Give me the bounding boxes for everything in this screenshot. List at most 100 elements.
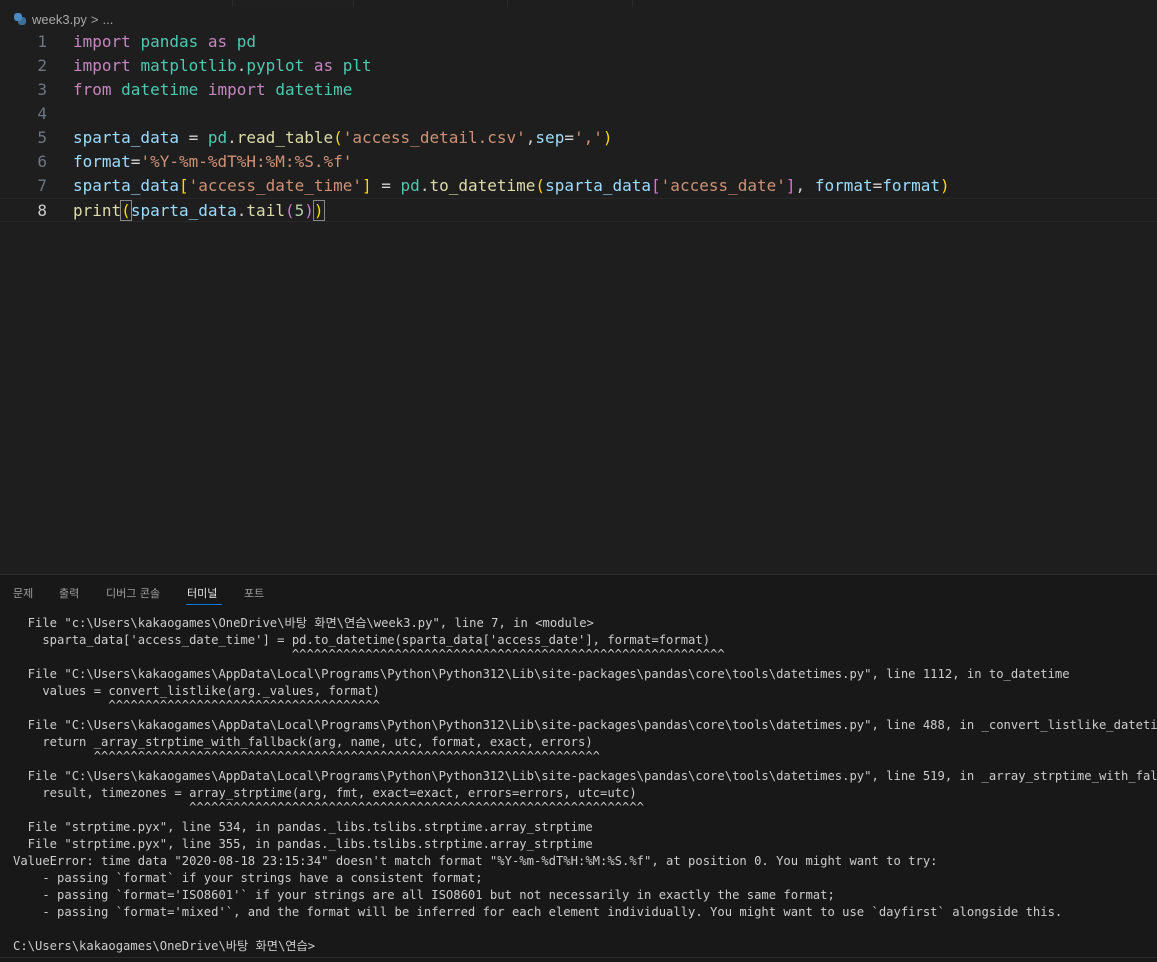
bottom-panel: 문제 출력 디버그 콘솔 터미널 포트 File "c:\Users\kakao… (0, 574, 1157, 962)
line-number: 3 (37, 80, 47, 99)
line-number: 8 (37, 201, 47, 220)
terminal-line: ^^^^^^^^^^^^^^^^^^^^^^^^^^^^^^^^^^^^^^^^… (13, 800, 645, 814)
terminal-line: C:\Users\kakaogames\OneDrive\바탕 화면\연습> (13, 939, 316, 953)
code-line[interactable]: 3 from datetime import datetime (0, 78, 1157, 102)
line-number: 1 (37, 32, 47, 51)
code-token: ( (284, 201, 295, 220)
code-token: pandas (140, 32, 199, 51)
code-token: format (814, 176, 873, 195)
code-text[interactable]: from datetime import datetime (73, 78, 352, 102)
editor-tab-strip (0, 0, 1157, 7)
line-number: 5 (37, 128, 47, 147)
code-token: . (236, 56, 247, 75)
code-token: ) (940, 176, 950, 195)
code-line[interactable]: 5 sparta_data = pd.read_table('access_det… (0, 126, 1157, 150)
line-number: 6 (37, 152, 47, 171)
tab-problems[interactable]: 문제 (13, 585, 33, 601)
code-token: , (795, 176, 815, 195)
code-text[interactable]: sparta_data['access_date_time'] = pd.to_… (73, 174, 950, 198)
code-line[interactable]: 1 import pandas as pd (0, 30, 1157, 54)
breadcrumb: week3.py > ... (0, 7, 1157, 31)
tab-divider (507, 0, 508, 7)
code-text[interactable]: import pandas as pd (73, 30, 256, 54)
terminal-line: ^^^^^^^^^^^^^^^^^^^^^^^^^^^^^^^^^^^^^^^^… (13, 749, 600, 763)
code-token: plt (342, 56, 372, 75)
code-text[interactable]: import matplotlib.pyplot as plt (73, 54, 372, 78)
code-line[interactable]: 8 print(sparta_data.tail(5)) (0, 198, 1157, 222)
code-token: ) (304, 201, 314, 220)
code-token: ) (312, 200, 325, 221)
code-token: pd (400, 176, 420, 195)
code-line[interactable]: 7 sparta_data['access_date_time'] = pd.to… (0, 174, 1157, 198)
tab-ports[interactable]: 포트 (244, 585, 264, 601)
breadcrumb-separator: > (90, 11, 99, 27)
python-file-icon (14, 13, 26, 25)
code-text[interactable]: print(sparta_data.tail(5)) (73, 199, 325, 223)
code-token: = (564, 128, 574, 147)
code-line[interactable]: 4 (0, 102, 1157, 126)
terminal-line: - passing `format='mixed'`, and the form… (13, 905, 1063, 919)
terminal-line: ^^^^^^^^^^^^^^^^^^^^^^^^^^^^^^^^^^^^^ (13, 698, 380, 712)
code-token: as (313, 56, 334, 75)
code-token: 5 (294, 201, 305, 220)
code-token: sep (535, 128, 565, 147)
panel-tab-bar: 문제 출력 디버그 콘솔 터미널 포트 (0, 575, 1157, 607)
terminal-line: ^^^^^^^^^^^^^^^^^^^^^^^^^^^^^^^^^^^^^^^^… (13, 647, 725, 661)
breadcrumb-file[interactable]: week3.py (32, 12, 87, 27)
code-token: tail (246, 201, 285, 220)
line-number: 2 (37, 56, 47, 75)
terminal-line: File "C:\Users\kakaogames\AppData\Local\… (13, 718, 1157, 732)
tab-output[interactable]: 출력 (59, 585, 79, 601)
code-editor[interactable]: 1 import pandas as pd 2 import matplotlib.p… (0, 30, 1157, 574)
code-token: [ (651, 176, 661, 195)
code-token: from (73, 80, 112, 99)
code-token: . (419, 176, 430, 195)
panel-bottom-border (0, 957, 1157, 958)
tab-divider (632, 0, 633, 7)
code-token: ] (785, 176, 796, 195)
code-token: [ (178, 176, 189, 195)
terminal-line: - passing `format` if your strings have … (13, 871, 483, 885)
code-line[interactable]: 6 format='%Y-%m-%dT%H:%M:%S.%f' (0, 150, 1157, 174)
code-token: sparta_data (130, 201, 237, 220)
code-token: matplotlib (140, 56, 237, 75)
code-token: 'access_date_time' (188, 176, 362, 195)
line-number: 4 (37, 104, 47, 123)
code-token: '%Y-%m-%dT%H:%M:%S.%f' (140, 152, 353, 171)
breadcrumb-more[interactable]: ... (103, 12, 114, 27)
code-token: , (525, 128, 536, 147)
code-token: import (73, 32, 131, 51)
code-line[interactable]: 2 import matplotlib.pyplot as plt (0, 54, 1157, 78)
editor-tab[interactable] (232, 0, 354, 7)
tab-debug-console[interactable]: 디버그 콘솔 (106, 585, 160, 601)
terminal-line: ValueError: time data "2020-08-18 23:15:… (13, 854, 938, 868)
code-token: = (130, 152, 141, 171)
code-token: ( (333, 128, 343, 147)
code-token: = (178, 128, 208, 147)
code-token: = (371, 176, 401, 195)
code-token: sparta_data (73, 128, 179, 147)
terminal-line: - passing `format='ISO8601'` if your str… (13, 888, 835, 902)
code-token: sparta_data (73, 176, 179, 195)
code-token: = (872, 176, 883, 195)
code-token: ] (362, 176, 372, 195)
terminal-line: File "strptime.pyx", line 534, in pandas… (13, 820, 593, 834)
code-token: 'access_detail.csv' (342, 128, 526, 147)
active-tab-indicator (186, 604, 222, 605)
code-token: ( (120, 200, 132, 221)
code-token: ( (535, 176, 546, 195)
terminal-line: File "strptime.pyx", line 355, in pandas… (13, 837, 593, 851)
code-token: 'access_date' (660, 176, 786, 195)
tab-terminal[interactable]: 터미널 (187, 585, 217, 601)
code-token: to_datetime (429, 176, 536, 195)
code-token: pyplot (246, 56, 305, 75)
code-text[interactable]: format='%Y-%m-%dT%H:%M:%S.%f' (73, 150, 352, 174)
terminal-line: File "C:\Users\kakaogames\AppData\Local\… (13, 667, 1070, 681)
terminal-line: File "c:\Users\kakaogames\OneDrive\바탕 화면… (13, 616, 594, 630)
code-text[interactable]: sparta_data = pd.read_table('access_deta… (73, 126, 613, 150)
code-token: pd (207, 128, 228, 147)
